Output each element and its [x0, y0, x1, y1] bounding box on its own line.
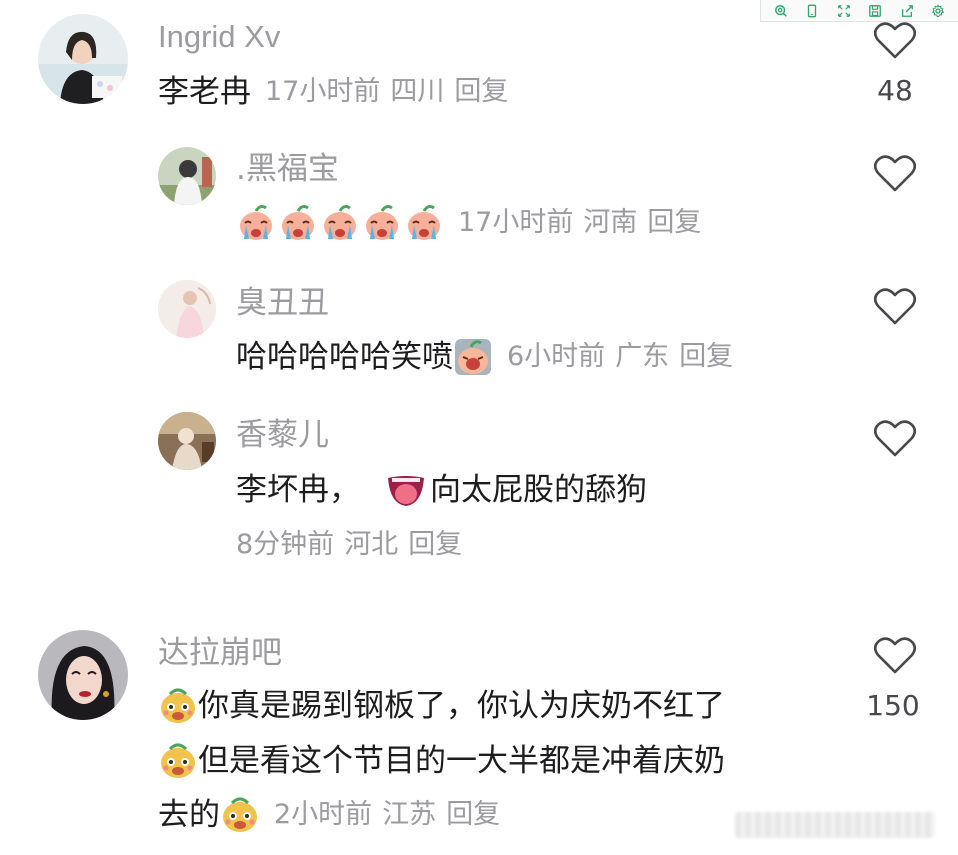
timestamp: 8分钟前 — [236, 529, 335, 560]
username[interactable]: .黑福宝 — [236, 150, 339, 188]
reply-button[interactable]: 回复 — [446, 795, 500, 835]
watermark — [735, 812, 935, 838]
comment-meta: 17小时前 四川 回复 — [251, 72, 508, 112]
fullscreen-icon[interactable] — [834, 1, 854, 21]
crying-peach-emoji — [404, 203, 444, 243]
avatar[interactable] — [158, 412, 216, 470]
comment-body-continued: 向太屁股的舔狗 — [430, 472, 647, 508]
reply-button[interactable]: 回复 — [454, 72, 508, 112]
username[interactable]: 达拉崩吧 — [158, 634, 282, 672]
like-button[interactable] — [873, 20, 917, 60]
like-count: 150 — [866, 689, 920, 722]
location: 河南 — [583, 207, 638, 238]
dog-face-emoji — [220, 795, 260, 835]
comment-text: 你真是踢到钢板了，你认为庆奶不红了 — [158, 686, 725, 726]
heart-icon — [873, 22, 917, 59]
like-count: 48 — [877, 74, 913, 107]
crying-peach-emoji — [362, 203, 402, 243]
gear-icon[interactable] — [928, 1, 948, 21]
heart-icon — [873, 637, 917, 674]
phone-icon[interactable] — [802, 1, 822, 21]
share-icon[interactable] — [897, 1, 917, 21]
save-icon[interactable] — [865, 1, 885, 21]
comment-text-line3: 去的 2小时前 江苏 回复 — [158, 795, 500, 835]
reply-button[interactable]: 回复 — [679, 337, 733, 377]
comment-meta: 2小时前 江苏 回复 — [260, 795, 500, 835]
timestamp: 17小时前 — [265, 76, 381, 107]
crying-peach-emoji-row — [236, 203, 444, 243]
dog-face-emoji — [158, 686, 198, 726]
comment-text: 17小时前 河南 回复 — [236, 203, 701, 243]
like-button[interactable] — [873, 635, 917, 675]
username[interactable]: Ingrid Xv — [158, 18, 280, 56]
location: 河北 — [344, 529, 399, 560]
comment-text: 哈哈哈哈哈笑喷 6小时前 广东 回复 — [236, 337, 733, 377]
comment-body-line2: 但是看这个节目的一大半都是冲着庆奶 — [198, 743, 725, 779]
location: 江苏 — [382, 799, 437, 830]
comment-text: 李老冉 17小时前 四川 回复 — [158, 72, 508, 112]
comment-body: 哈哈哈哈哈笑喷 — [236, 339, 453, 375]
username[interactable]: 臭丑丑 — [236, 284, 329, 322]
timestamp: 2小时前 — [274, 799, 373, 830]
comment-text: 李坏冉， 向太屁股的舔狗 — [236, 470, 647, 510]
avatar[interactable] — [38, 630, 128, 720]
avatar[interactable] — [158, 280, 216, 338]
avatar[interactable] — [158, 147, 216, 205]
comment-body: 你真是踢到钢板了，你认为庆奶不红了 — [198, 688, 725, 724]
laughing-peach-emoji — [453, 337, 493, 377]
tongue-mouth-emoji — [386, 470, 426, 510]
heart-icon — [873, 288, 917, 325]
dog-face-emoji — [158, 741, 198, 781]
like-button[interactable] — [873, 153, 917, 193]
search-icon[interactable] — [771, 1, 791, 21]
comment-body: 李老冉 — [158, 74, 251, 110]
heart-icon — [873, 155, 917, 192]
heart-icon — [873, 420, 917, 457]
comment-body: 李坏冉， — [236, 472, 360, 508]
timestamp: 17小时前 — [458, 207, 574, 238]
location: 四川 — [390, 76, 445, 107]
crying-peach-emoji — [320, 203, 360, 243]
location: 广东 — [615, 341, 670, 372]
comment-body-line3: 去的 — [158, 797, 220, 833]
timestamp: 6小时前 — [507, 341, 606, 372]
username[interactable]: 香藜儿 — [236, 416, 329, 454]
comment-meta: 17小时前 河南 回复 — [444, 203, 701, 243]
comment-text-line2: 但是看这个节目的一大半都是冲着庆奶 — [158, 741, 725, 781]
avatar[interactable] — [38, 14, 128, 104]
reply-button[interactable]: 回复 — [408, 525, 462, 565]
like-button[interactable] — [873, 418, 917, 458]
crying-peach-emoji — [236, 203, 276, 243]
comment-meta: 8分钟前 河北 回复 — [222, 525, 462, 565]
comment-meta-line: 8分钟前 河北 回复 — [236, 525, 462, 565]
toolbar — [760, 0, 958, 22]
reply-button[interactable]: 回复 — [647, 203, 701, 243]
crying-peach-emoji — [278, 203, 318, 243]
comment-meta: 6小时前 广东 回复 — [493, 337, 733, 377]
like-button[interactable] — [873, 286, 917, 326]
